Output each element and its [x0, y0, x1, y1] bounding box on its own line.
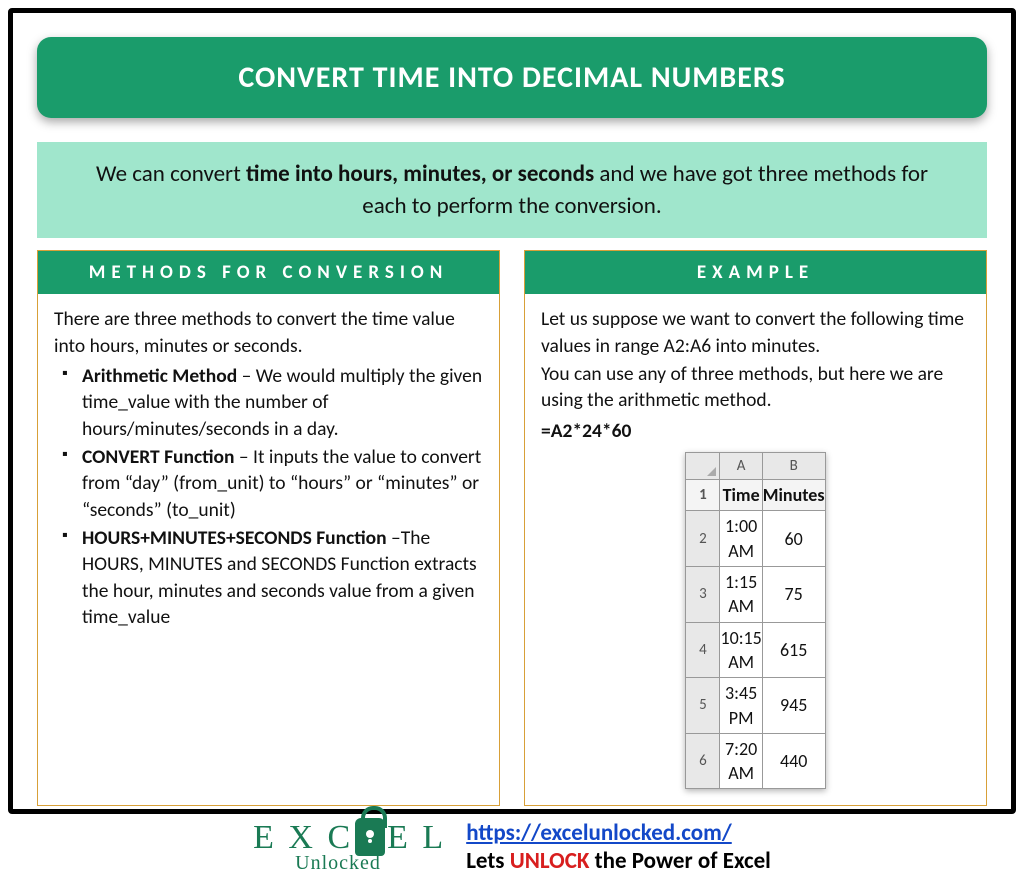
- example-p2: You can use any of three methods, but he…: [541, 361, 970, 414]
- header-cell: Time: [720, 480, 762, 511]
- table-header-row: 1 Time Minutes: [686, 480, 825, 511]
- footer-tagline: Lets UNLOCK the Power of Excel: [466, 847, 771, 875]
- row-number: 2: [686, 511, 720, 567]
- cell-minutes: 615: [762, 622, 825, 678]
- row-number: 5: [686, 678, 720, 734]
- footer-link[interactable]: https://excelunlocked.com/: [466, 819, 732, 847]
- footer: E X CE L Unlocked https://excelunlocked.…: [37, 818, 987, 875]
- cell-minutes: 60: [762, 511, 825, 567]
- logo: E X CE L Unlocked: [253, 818, 446, 875]
- intro-bold: time into hours, minutes, or seconds: [246, 160, 594, 188]
- cell-minutes: 75: [762, 567, 825, 623]
- intro-prefix: We can convert: [96, 160, 246, 188]
- example-heading: EXAMPLE: [525, 251, 986, 294]
- row-number: 3: [686, 567, 720, 623]
- methods-heading: METHODS FOR CONVERSION: [38, 251, 499, 294]
- spreadsheet-table: A B 1 Time Minutes 21:00 AM60 31:15 AM75…: [685, 452, 825, 790]
- tag-pre: Lets: [466, 847, 510, 875]
- cell-time: 10:15 AM: [720, 622, 762, 678]
- cell-minutes: 945: [762, 678, 825, 734]
- example-p1: Let us suppose we want to convert the fo…: [541, 306, 970, 359]
- logo-top: E X CE L: [253, 818, 446, 856]
- lock-icon: [355, 818, 385, 856]
- col-header: A: [720, 452, 762, 479]
- cell-time: 1:15 AM: [720, 567, 762, 623]
- page-title: CONVERT TIME INTO DECIMAL NUMBERS: [37, 37, 987, 118]
- tag-post: the Power of Excel: [589, 847, 770, 875]
- cell-time: 1:00 AM: [720, 511, 762, 567]
- list-item: Arithmetic Method – We would multiply th…: [54, 363, 483, 442]
- col-header: B: [762, 452, 825, 479]
- method-name: HOURS+MINUTES+SECONDS Function: [82, 526, 387, 550]
- table-row: 53:45 PM945: [686, 678, 825, 734]
- intro-box: We can convert time into hours, minutes,…: [37, 142, 987, 238]
- select-all-corner: [686, 452, 720, 479]
- example-formula: =A2*24*60: [541, 418, 970, 444]
- methods-column: METHODS FOR CONVERSION There are three m…: [37, 250, 500, 806]
- cell-time: 3:45 PM: [720, 678, 762, 734]
- list-item: HOURS+MINUTES+SECONDS Function –The HOUR…: [54, 525, 483, 630]
- row-number: 6: [686, 733, 720, 789]
- table-row: 31:15 AM75: [686, 567, 825, 623]
- document-frame: CONVERT TIME INTO DECIMAL NUMBERS We can…: [8, 8, 1016, 814]
- table-col-headers: A B: [686, 452, 825, 479]
- methods-list: Arithmetic Method – We would multiply th…: [54, 363, 483, 630]
- method-name: Arithmetic Method: [82, 364, 237, 388]
- table-row: 21:00 AM60: [686, 511, 825, 567]
- table-row: 410:15 AM615: [686, 622, 825, 678]
- footer-text: https://excelunlocked.com/ Lets UNLOCK t…: [466, 819, 771, 875]
- table-row: 67:20 AM440: [686, 733, 825, 789]
- columns: METHODS FOR CONVERSION There are three m…: [37, 250, 987, 806]
- cell-minutes: 440: [762, 733, 825, 789]
- methods-body: There are three methods to convert the t…: [38, 294, 499, 805]
- cell-time: 7:20 AM: [720, 733, 762, 789]
- example-body: Let us suppose we want to convert the fo…: [525, 294, 986, 805]
- list-item: CONVERT Function – It inputs the value t…: [54, 444, 483, 523]
- row-number: 1: [686, 480, 720, 511]
- methods-lead: There are three methods to convert the t…: [54, 306, 483, 359]
- logo-text-wrap: E X CE L Unlocked: [253, 818, 446, 875]
- header-cell: Minutes: [762, 480, 825, 511]
- example-column: EXAMPLE Let us suppose we want to conver…: [524, 250, 987, 806]
- method-name: CONVERT Function: [82, 445, 235, 469]
- tag-bold: UNLOCK: [510, 847, 590, 875]
- row-number: 4: [686, 622, 720, 678]
